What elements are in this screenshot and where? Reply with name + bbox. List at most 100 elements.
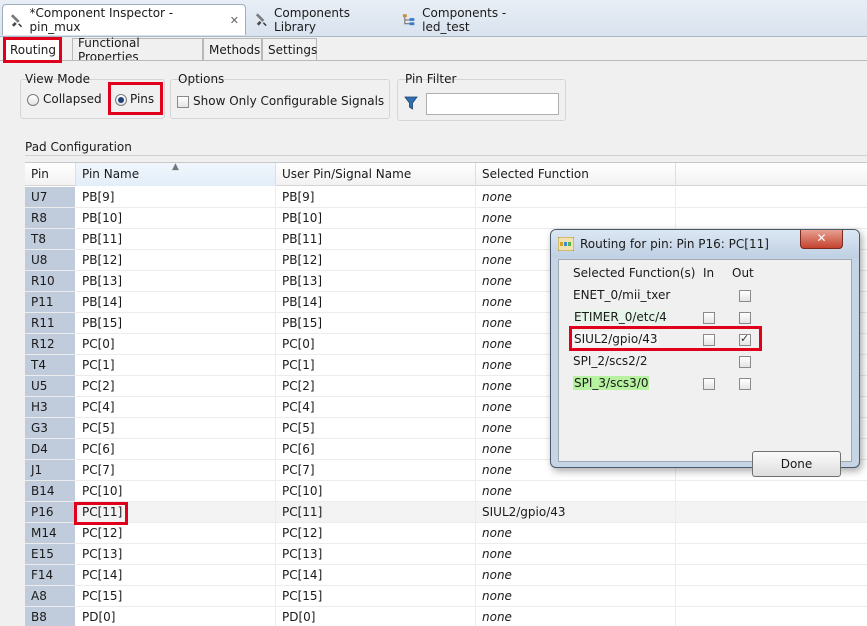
user-pin-signal-cell[interactable]: PC[14] (276, 565, 474, 585)
pin-name-cell: PB[14] (82, 295, 123, 309)
in-checkbox[interactable] (703, 378, 715, 390)
pin-cell: R11 (25, 313, 75, 333)
table-row[interactable]: B8 PD[0] PD[0] none (25, 607, 867, 626)
app-icon (558, 237, 574, 251)
selected-function-cell: none (482, 484, 512, 498)
column-divider (475, 397, 476, 417)
table-row[interactable]: P16 PC[11] PC[11] SIUL2/gpio/43 (25, 502, 867, 523)
column-divider (475, 313, 476, 333)
function-label: ETIMER_0/etc/4 (573, 310, 668, 324)
pin-name-cell: PC[1] (82, 358, 115, 372)
tab-components-led-test[interactable]: Components - led_test (396, 4, 556, 35)
table-header: Pin ▲ Pin Name User Pin/Signal Name Sele… (25, 163, 867, 186)
tab-component-inspector[interactable]: *Component Inspector - pin_mux ✕ (2, 4, 246, 35)
pin-name-cell: PC[5] (82, 421, 115, 435)
table-row[interactable]: M14 PC[12] PC[12] none (25, 523, 867, 544)
out-checkbox[interactable] (739, 356, 751, 368)
column-divider (275, 187, 276, 207)
pin-name-cell: PC[6] (82, 442, 115, 456)
column-divider (675, 208, 676, 228)
user-pin-signal-cell[interactable]: PC[1] (276, 355, 474, 375)
pin-name-cell: PC[13] (82, 547, 123, 561)
tab-components-library[interactable]: Components Library (248, 4, 394, 35)
column-header-user-pin-signal-name[interactable]: User Pin/Signal Name (276, 163, 476, 186)
column-divider (275, 439, 276, 459)
out-checkbox[interactable] (739, 290, 751, 302)
column-header-pin[interactable]: Pin (25, 163, 76, 186)
column-divider (475, 208, 476, 228)
user-pin-signal-cell[interactable]: PC[15] (276, 586, 474, 606)
selected-function-cell: none (482, 190, 512, 204)
tab-functional-properties[interactable]: Functional Properties (72, 36, 203, 64)
column-divider (275, 523, 276, 543)
table-row[interactable]: B14 PC[10] PC[10] none (25, 481, 867, 502)
user-pin-signal-cell[interactable]: PD[0] (276, 607, 474, 626)
column-divider (475, 439, 476, 459)
column-divider (675, 586, 676, 606)
column-divider (275, 502, 276, 522)
user-pin-signal-cell[interactable]: PC[5] (276, 418, 474, 438)
user-pin-signal-cell[interactable]: PC[0] (276, 334, 474, 354)
user-pin-signal-cell[interactable]: PB[10] (276, 208, 474, 228)
column-divider (475, 418, 476, 438)
out-checkbox[interactable] (739, 312, 751, 324)
close-icon[interactable]: ✕ (230, 14, 239, 27)
tab-methods[interactable]: Methods (203, 38, 262, 61)
table-row[interactable]: A8 PC[15] PC[15] none (25, 586, 867, 607)
out-checkbox[interactable] (739, 378, 751, 390)
column-divider (475, 229, 476, 249)
column-divider (475, 502, 476, 522)
pin-name-cell: PC[4] (82, 400, 115, 414)
user-pin-signal-cell[interactable]: PC[11] (276, 502, 474, 522)
column-header-pin-name[interactable]: ▲ Pin Name (76, 163, 276, 186)
selected-function-cell: SIUL2/gpio/43 (482, 505, 566, 519)
user-pin-signal-cell[interactable]: PC[13] (276, 544, 474, 564)
highlight-pins-radio (108, 82, 163, 115)
pin-cell: A8 (25, 586, 75, 606)
user-pin-signal-cell[interactable]: PB[13] (276, 271, 474, 291)
user-pin-signal-cell[interactable]: PB[14] (276, 292, 474, 312)
table-row[interactable]: F14 PC[14] PC[14] none (25, 565, 867, 586)
pin-cell: F14 (25, 565, 75, 585)
pin-name-cell: PB[13] (82, 274, 123, 288)
pin-name-cell: PC[0] (82, 337, 115, 351)
column-header-selected-function[interactable]: Selected Function (476, 163, 676, 186)
pin-cell: R8 (25, 208, 75, 228)
user-pin-signal-cell[interactable]: PB[12] (276, 250, 474, 270)
tab-label: *Component Inspector - pin_mux (29, 6, 174, 34)
user-pin-signal-cell[interactable]: PC[7] (276, 460, 474, 480)
table-row[interactable]: R8 PB[10] PB[10] none (25, 208, 867, 229)
dialog-title-bar[interactable]: Routing for pin: Pin P16: PC[11] ✕ (551, 230, 859, 258)
pin-name-cell: PC[7] (82, 463, 115, 477)
sort-ascending-icon: ▲ (172, 162, 179, 172)
user-pin-signal-cell[interactable]: PC[4] (276, 397, 474, 417)
done-button[interactable]: Done (752, 451, 841, 477)
user-pin-signal-cell[interactable]: PC[6] (276, 439, 474, 459)
table-row[interactable]: U7 PB[9] PB[9] none (25, 187, 867, 208)
tab-settings[interactable]: Settings (262, 38, 317, 61)
in-checkbox[interactable] (703, 312, 715, 324)
user-pin-signal-cell[interactable]: PB[15] (276, 313, 474, 333)
column-divider (675, 523, 676, 543)
user-pin-signal-cell[interactable]: PC[2] (276, 376, 474, 396)
user-pin-signal-cell[interactable]: PC[10] (276, 481, 474, 501)
collapsed-radio[interactable] (27, 94, 39, 106)
component-icon (10, 13, 23, 27)
dialog-close-button[interactable]: ✕ (800, 230, 843, 249)
column-divider (475, 544, 476, 564)
user-pin-signal-cell[interactable]: PB[11] (276, 229, 474, 249)
table-row[interactable]: E15 PC[13] PC[13] none (25, 544, 867, 565)
column-divider (475, 460, 476, 480)
column-divider (675, 544, 676, 564)
selected-functions-header: Selected Function(s) (573, 266, 696, 280)
column-divider (475, 586, 476, 606)
show-only-configurable-checkbox[interactable] (177, 96, 189, 108)
pin-filter-input[interactable] (426, 93, 559, 115)
collapsed-label: Collapsed (43, 92, 102, 106)
highlight-pin-name-cell (74, 502, 128, 525)
pin-cell: R10 (25, 271, 75, 291)
column-divider (275, 229, 276, 249)
user-pin-signal-cell[interactable]: PB[9] (276, 187, 474, 207)
column-divider (475, 334, 476, 354)
user-pin-signal-cell[interactable]: PC[12] (276, 523, 474, 543)
